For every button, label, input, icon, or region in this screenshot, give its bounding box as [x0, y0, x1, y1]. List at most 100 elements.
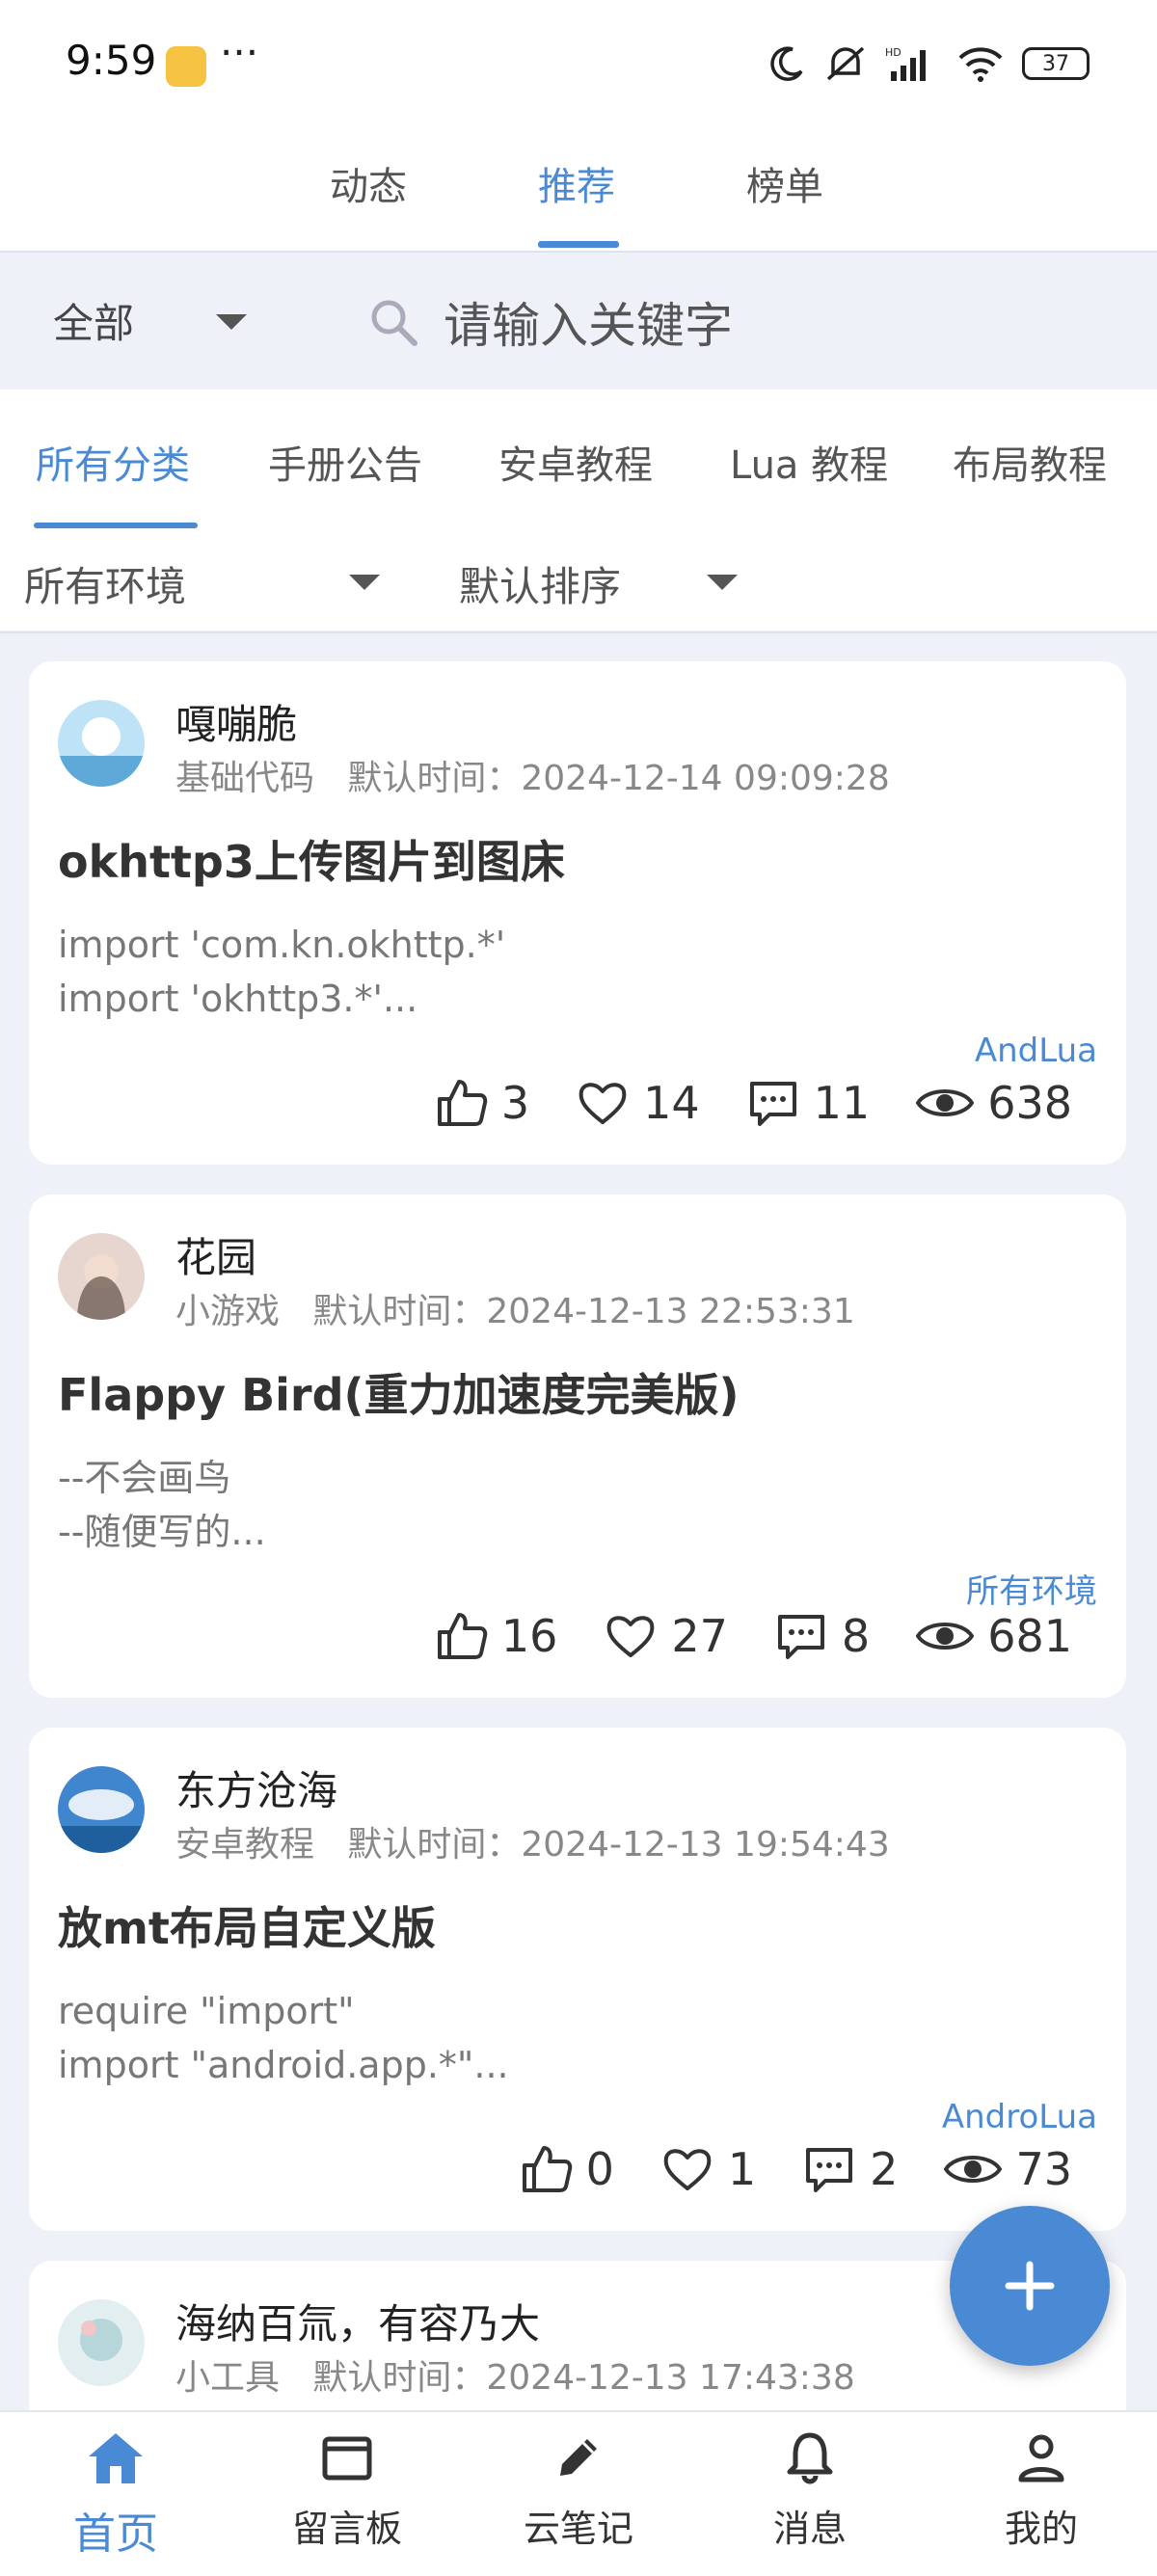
sort-filter[interactable]: 默认排序: [459, 554, 621, 613]
board-icon: [322, 2436, 372, 2481]
nav-label: 我的: [1004, 2508, 1078, 2550]
user-icon: [1018, 2434, 1064, 2482]
post-stats: 3 14 11 638: [388, 1076, 1072, 1130]
post-title[interactable]: okhttp3上传图片到图床: [58, 827, 565, 891]
time-label: 默认时间：: [347, 1825, 522, 1865]
post-time: 2024-12-14 09:09:28: [521, 759, 890, 798]
post-excerpt: import 'com.kn.okhttp.*' import 'okhttp3.…: [58, 918, 505, 1026]
favorite-count: 1: [727, 2143, 757, 2195]
category-lua[interactable]: Lua 教程: [730, 434, 888, 490]
post-stats: 16 27 8 681: [388, 1609, 1072, 1663]
add-post-button[interactable]: [950, 2206, 1110, 2366]
post-category: 基础代码: [175, 759, 315, 798]
svg-text:HD: HD: [885, 46, 901, 59]
like-count: 3: [500, 1077, 530, 1129]
nav-message-board[interactable]: 留言板: [270, 2429, 424, 2552]
post-card[interactable]: 花园 小游戏 默认时间：2024-12-13 22:53:31 Flappy B…: [29, 1194, 1126, 1698]
post-card[interactable]: 东方沧海 安卓教程 默认时间：2024-12-13 19:54:43 放mt布局…: [29, 1728, 1126, 2231]
home-icon: [89, 2433, 143, 2483]
view-count: 638: [987, 1077, 1072, 1129]
thumbs-up-icon: [522, 2146, 572, 2192]
excerpt-line: import 'com.kn.okhttp.*': [58, 924, 506, 966]
chevron-down-icon[interactable]: [707, 575, 738, 590]
eye-icon: [916, 1089, 975, 1116]
weibo-notification-icon: [166, 46, 206, 87]
like-count: 0: [585, 2143, 614, 2195]
nav-profile[interactable]: 我的: [964, 2429, 1118, 2552]
comment-count: 8: [841, 1610, 871, 1662]
nav-label: 消息: [772, 2508, 847, 2550]
excerpt-line: --随便写的...: [58, 1511, 266, 1553]
category-manual[interactable]: 手册公告: [268, 434, 422, 490]
like-stat[interactable]: 3: [434, 1076, 529, 1130]
tab-recommend[interactable]: 推荐: [538, 155, 615, 211]
post-category: 小游戏: [175, 1292, 281, 1331]
avatar[interactable]: [58, 1233, 145, 1320]
chevron-down-icon[interactable]: [216, 314, 247, 330]
environment-filter[interactable]: 所有环境: [24, 554, 186, 613]
post-card[interactable]: 嘎嘣脆 基础代码 默认时间：2024-12-14 09:09:28 okhttp…: [29, 661, 1126, 1165]
like-stat[interactable]: 0: [519, 2142, 614, 2196]
category-android[interactable]: 安卓教程: [498, 434, 653, 490]
post-category: 小工具: [175, 2358, 281, 2398]
excerpt-line: import "android.app.*"...: [58, 2044, 509, 2086]
chevron-down-icon[interactable]: [349, 575, 380, 590]
author-name[interactable]: 花园: [175, 1225, 256, 1284]
time-label: 默认时间：: [312, 2358, 487, 2398]
heart-icon: [607, 1616, 655, 1657]
plus-icon: [1005, 2261, 1055, 2311]
active-tab-indicator: [538, 241, 619, 248]
like-stat[interactable]: 16: [434, 1609, 557, 1663]
time-label: 默认时间：: [312, 1292, 487, 1331]
post-stats: 0 1 2 73: [472, 2142, 1072, 2196]
search-input[interactable]: 请输入关键字: [444, 287, 733, 357]
avatar[interactable]: [58, 1766, 145, 1853]
thumbs-up-icon: [437, 1080, 488, 1126]
view-stat: 681: [916, 1609, 1072, 1663]
author-name[interactable]: 嘎嘣脆: [175, 692, 297, 751]
scope-select[interactable]: 全部: [53, 291, 134, 350]
author-name[interactable]: 东方沧海: [175, 1758, 337, 1817]
author-name[interactable]: 海纳百氚，有容乃大: [175, 2292, 540, 2350]
nav-label: 首页: [73, 2509, 158, 2559]
comment-stat[interactable]: 2: [802, 2142, 898, 2196]
post-time: 2024-12-13 22:53:31: [486, 1292, 855, 1331]
post-meta: 小游戏 默认时间：2024-12-13 22:53:31: [175, 1283, 855, 1333]
favorite-count: 14: [643, 1077, 700, 1129]
environment-tag: AndLua: [974, 1032, 1097, 1070]
avatar[interactable]: [58, 2299, 145, 2386]
tab-ranking[interactable]: 榜单: [746, 155, 823, 211]
nav-label: 留言板: [291, 2508, 402, 2550]
eye-icon: [944, 2156, 1003, 2183]
thumbs-up-icon: [437, 1613, 488, 1659]
post-meta: 基础代码 默认时间：2024-12-14 09:09:28: [175, 750, 890, 800]
comment-stat[interactable]: 8: [774, 1609, 870, 1663]
status-time: 9:59: [66, 37, 157, 84]
comment-stat[interactable]: 11: [746, 1076, 870, 1130]
excerpt-line: --不会画鸟: [58, 1457, 231, 1499]
post-category: 安卓教程: [175, 1825, 315, 1865]
avatar[interactable]: [58, 700, 145, 787]
status-icons: HD 37: [767, 39, 1090, 89]
signal-icon: HD: [885, 46, 926, 81]
favorite-stat[interactable]: 27: [604, 1609, 728, 1663]
category-all[interactable]: 所有分类: [36, 434, 190, 490]
environment-tag: 所有环境: [966, 1572, 1097, 1611]
favorite-stat[interactable]: 14: [576, 1076, 700, 1130]
nav-home[interactable]: 首页: [39, 2429, 193, 2561]
post-title[interactable]: Flappy Bird(重力加速度完美版): [58, 1360, 740, 1424]
post-time: 2024-12-13 19:54:43: [521, 1825, 890, 1865]
category-indicator: [34, 523, 198, 528]
nav-cloud-notes[interactable]: 云笔记: [501, 2429, 656, 2552]
comment-count: 2: [870, 2143, 899, 2195]
moon-icon: [770, 46, 803, 81]
pencil-icon: [560, 2439, 597, 2476]
favorite-stat[interactable]: 1: [660, 2142, 756, 2196]
divider: [0, 631, 1157, 633]
heart-icon: [578, 1083, 627, 1124]
nav-messages[interactable]: 消息: [733, 2429, 887, 2552]
post-title[interactable]: 放mt布局自定义版: [58, 1893, 436, 1957]
tab-dynamic[interactable]: 动态: [330, 155, 407, 211]
top-tab-bar: 动态 推荐 榜单: [0, 130, 1157, 253]
category-layout[interactable]: 布局教程: [953, 434, 1107, 490]
